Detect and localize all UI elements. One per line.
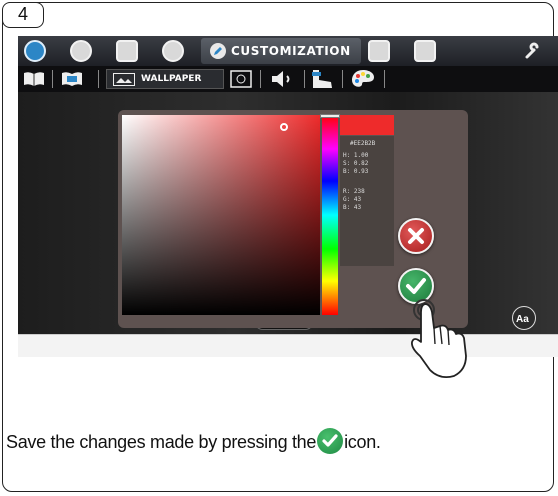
user-icon[interactable] <box>414 40 436 62</box>
tab-customization-label: CUSTOMIZATION <box>231 44 351 58</box>
step-number: 4 <box>2 2 44 28</box>
close-icon <box>408 228 424 244</box>
blue-value: 43 <box>353 204 362 211</box>
hue-slider[interactable] <box>322 115 338 315</box>
screen-icon[interactable] <box>368 40 390 62</box>
r-value: 238 <box>353 188 365 195</box>
b-label: B: <box>343 168 351 175</box>
top-toolbar: CUSTOMIZATION <box>18 36 558 66</box>
bottom-strip <box>18 334 558 357</box>
palette-icon[interactable] <box>350 68 376 90</box>
sub-toolbar: WALLPAPER <box>18 66 558 92</box>
saturation-brightness-field[interactable] <box>122 115 320 315</box>
tab-wallpaper-label: WALLPAPER <box>141 74 202 84</box>
caption-text-before: Save the changes made by pressing the <box>6 431 317 452</box>
saturation-row: S: 0.82 <box>343 160 368 168</box>
card-icon[interactable] <box>116 40 138 62</box>
speaker-icon[interactable] <box>270 70 296 88</box>
divider <box>304 70 305 88</box>
screensaver-icon[interactable] <box>230 70 252 88</box>
divider <box>342 70 343 88</box>
info-icon[interactable] <box>162 40 184 62</box>
font-icon: Aa <box>516 314 529 325</box>
tab-wallpaper[interactable]: WALLPAPER <box>106 69 224 89</box>
check-icon <box>317 428 344 454</box>
blue-row: B: 43 <box>343 204 361 212</box>
svg-text:Aa: Aa <box>516 314 529 325</box>
g-value: 43 <box>353 196 362 203</box>
divider <box>98 70 99 88</box>
divider <box>260 70 261 88</box>
cancel-button[interactable] <box>398 218 434 254</box>
wrench-icon[interactable] <box>524 42 542 60</box>
tab-customization[interactable]: CUSTOMIZATION <box>201 38 361 64</box>
color-values: #EE2B2B H: 1.00 S: 0.82 B: 0.93 R: 238 G… <box>340 136 394 266</box>
divider <box>52 70 53 88</box>
hue-handle[interactable] <box>320 114 340 118</box>
pointing-hand-icon <box>411 299 467 379</box>
s-value: 0.82 <box>353 160 369 167</box>
s-label: S: <box>343 160 351 167</box>
selected-color-swatch <box>340 115 394 135</box>
caption-text-after: icon. <box>344 431 381 452</box>
color-cursor[interactable] <box>280 123 288 131</box>
h-label: H: <box>343 152 351 159</box>
hue-row: H: 1.00 <box>343 152 368 160</box>
droplet-icon[interactable] <box>24 40 46 62</box>
hex-value: #EE2B2B <box>350 140 376 147</box>
book-icon[interactable] <box>22 70 46 88</box>
image-icon <box>113 73 135 86</box>
clock-icon[interactable] <box>70 40 92 62</box>
red-row: R: 238 <box>343 188 365 196</box>
brightness-row: B: 0.93 <box>343 168 368 176</box>
book-color-icon[interactable] <box>60 70 84 88</box>
g-label: G: <box>343 196 351 203</box>
h-value: 1.00 <box>353 152 369 159</box>
font-button[interactable]: Aa <box>512 306 536 330</box>
boot-icon[interactable] <box>310 68 336 90</box>
b-value: 0.93 <box>353 168 369 175</box>
r-label: R: <box>343 188 351 195</box>
divider <box>384 70 385 88</box>
blue-label: B: <box>343 204 351 211</box>
check-mark <box>322 434 338 447</box>
green-row: G: 43 <box>343 196 361 204</box>
instruction-caption: Save the changes made by pressing the ico… <box>6 428 381 456</box>
pencil-icon <box>210 43 226 59</box>
